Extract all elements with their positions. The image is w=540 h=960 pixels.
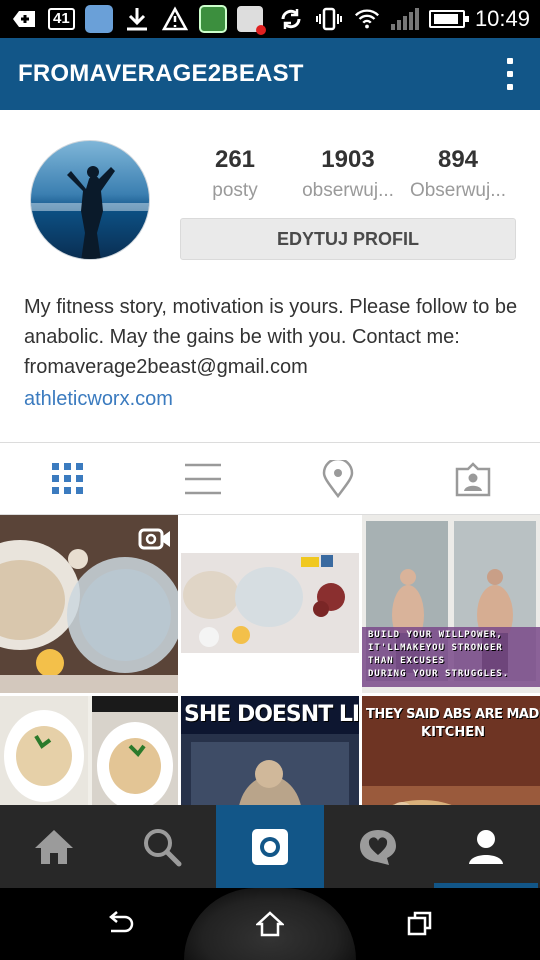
grid-icon	[51, 462, 83, 494]
post-thumbnail[interactable]	[0, 696, 178, 805]
caption-line: DURING YOUR STRUGGLES.	[368, 669, 510, 679]
app-icon	[236, 6, 266, 35]
add-icon	[10, 6, 38, 32]
sync-icon	[277, 6, 305, 32]
camera-icon	[252, 828, 288, 865]
profile-bio: My fitness story, motivation is yours. P…	[24, 296, 518, 378]
view-tabs	[0, 443, 540, 514]
stat-following[interactable]: 894 Obserwuj...	[402, 144, 514, 206]
stat-value: 894	[437, 146, 479, 173]
bottom-nav	[0, 805, 540, 888]
nav-camera[interactable]	[216, 805, 324, 888]
nav-search[interactable]	[108, 805, 216, 888]
clock: 10:49	[474, 6, 530, 31]
caption-line: KITCHEN	[421, 725, 485, 740]
caption-line: IT'LLMAKEYOU STRONGER	[368, 643, 503, 653]
post-thumbnail[interactable]: SHE DOESNT LIFT	[181, 696, 359, 805]
caption-line: THEY SAID ABS ARE MADE IN THE	[366, 707, 540, 722]
battery-icon	[428, 10, 469, 28]
stat-followers[interactable]: 1903 obserwuj...	[292, 144, 404, 206]
signal-icon	[390, 8, 419, 30]
search-icon	[144, 828, 182, 866]
home-icon	[35, 829, 73, 864]
tagged-person-icon	[455, 461, 490, 496]
profile-icon	[469, 829, 503, 864]
wifi-icon	[353, 6, 381, 32]
tab-list[interactable]	[135, 443, 270, 514]
post-caption: BUILD YOUR WILLPOWER, IT'LLMAKEYOU STRON…	[368, 629, 509, 681]
tab-tagged[interactable]	[405, 443, 540, 514]
tab-location[interactable]	[270, 443, 405, 514]
warning-icon	[161, 6, 189, 32]
home-icon	[256, 911, 284, 937]
nav-profile[interactable]	[432, 805, 540, 888]
stat-posts[interactable]: 261 posty	[179, 144, 291, 206]
page-title: FROMAVERAGE2BEAST	[18, 60, 304, 87]
app-icon	[198, 5, 227, 33]
profile-link[interactable]: athleticworx.com	[24, 385, 173, 413]
back-button[interactable]	[102, 906, 138, 942]
list-icon	[184, 463, 221, 494]
video-camera-icon	[138, 528, 170, 550]
app-bar: FROMAVERAGE2BEAST	[0, 38, 540, 110]
post-thumbnail[interactable]	[0, 515, 178, 693]
post-caption: THEY SAID ABS ARE MADE IN THE KITCHEN	[366, 706, 540, 742]
recents-button[interactable]	[402, 906, 438, 942]
post-thumbnail[interactable]: BUILD YOUR WILLPOWER, IT'LLMAKEYOU STRON…	[362, 515, 540, 693]
system-nav-bar	[0, 888, 540, 960]
app-icon	[84, 5, 113, 33]
home-button[interactable]	[252, 906, 288, 942]
vibrate-icon	[315, 6, 343, 32]
post-thumbnail[interactable]: THEY SAID ABS ARE MADE IN THE KITCHEN	[362, 696, 540, 805]
posts-grid: BUILD YOUR WILLPOWER, IT'LLMAKEYOU STRON…	[0, 515, 540, 805]
more-vert-icon[interactable]	[504, 58, 516, 90]
instagram-profile-screen: 41 10:49 FROMAVERAGE2BEAST 261 posty 190…	[0, 0, 540, 960]
back-icon	[109, 911, 134, 933]
post-caption: SHE DOESNT LIFT	[184, 702, 359, 727]
notification-count-icon: 41	[48, 8, 75, 30]
status-bar: 41 10:49	[0, 0, 540, 38]
caption-line: THAN EXCUSES	[368, 656, 446, 666]
download-icon	[123, 6, 151, 32]
nav-home[interactable]	[0, 805, 108, 888]
tab-grid[interactable]	[0, 443, 135, 514]
stat-value: 1903	[321, 146, 375, 173]
stat-value: 261	[214, 146, 256, 173]
edit-profile-button[interactable]: EDYTUJ PROFIL	[180, 218, 516, 260]
stat-label: obserwuj...	[302, 180, 394, 201]
caption-line: BUILD YOUR WILLPOWER,	[368, 630, 503, 640]
stat-label: Obserwuj...	[409, 180, 507, 201]
location-pin-icon	[322, 459, 353, 498]
nav-activity[interactable]	[324, 805, 432, 888]
activity-heart-icon	[360, 829, 396, 865]
post-thumbnail[interactable]	[181, 515, 359, 693]
avatar[interactable]	[30, 140, 150, 260]
stat-label: posty	[212, 180, 258, 201]
recents-icon	[407, 911, 432, 936]
